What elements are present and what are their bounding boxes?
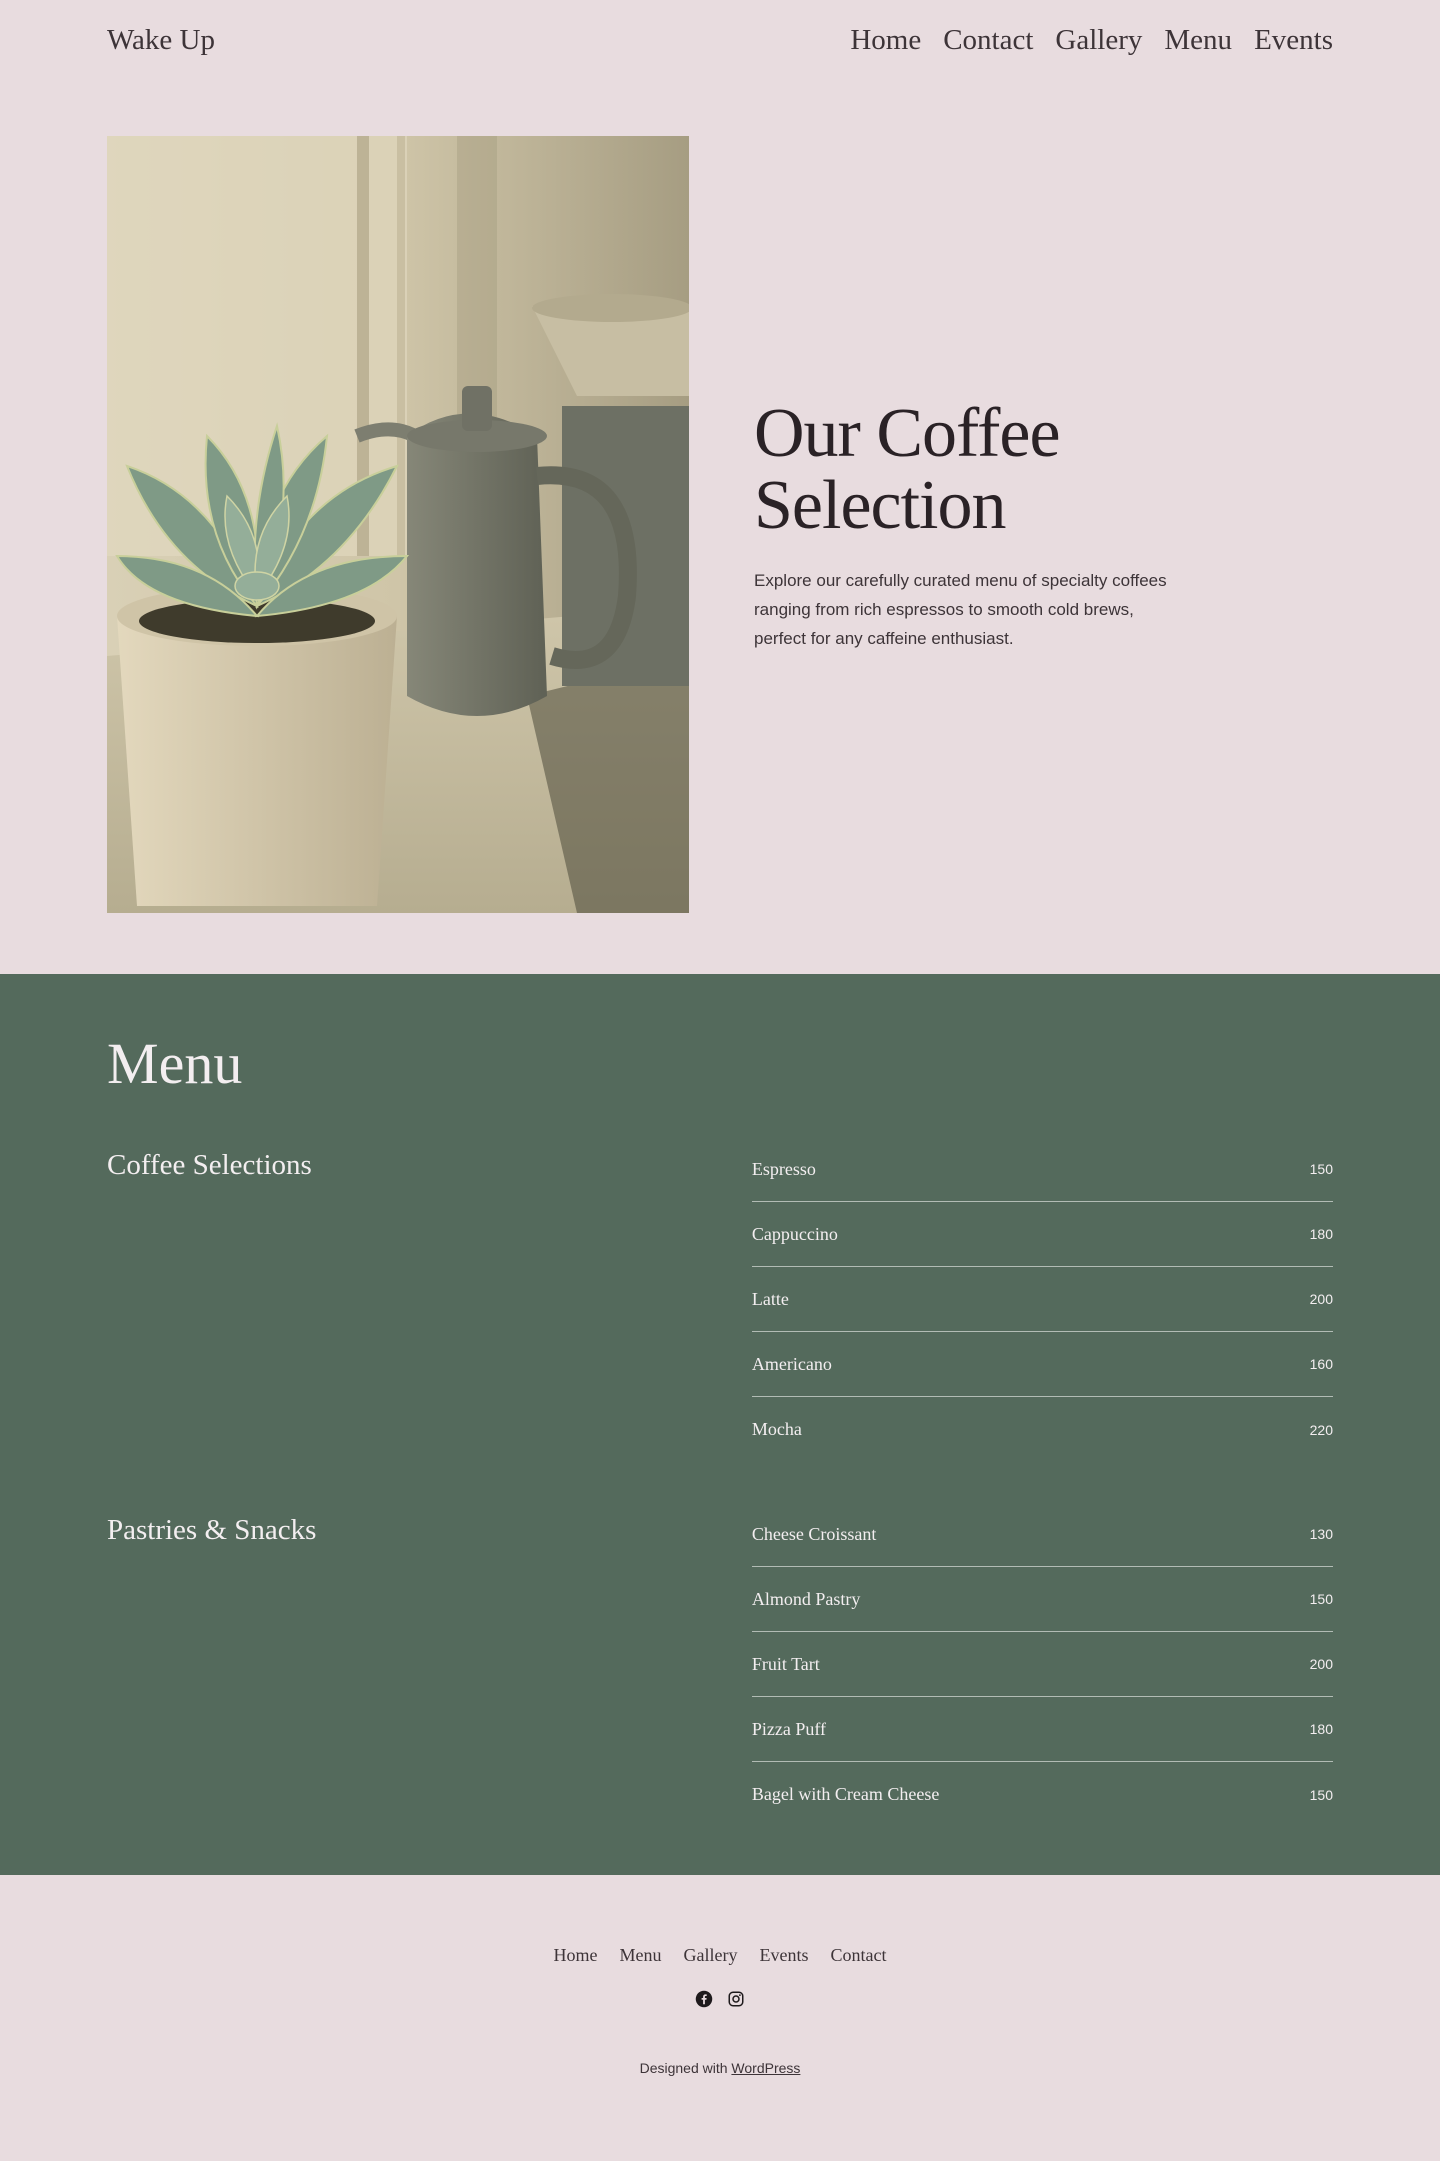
nav-home[interactable]: Home	[850, 24, 921, 57]
social-links	[0, 1990, 1440, 2008]
menu-item: Cappuccino 180	[751, 1202, 1333, 1267]
footer-nav-home[interactable]: Home	[554, 1945, 598, 1966]
menu-item-name: Espresso	[751, 1158, 816, 1179]
menu-item-name: Fruit Tart	[751, 1653, 820, 1674]
menu-item-price: 130	[1309, 1526, 1333, 1542]
instagram-icon[interactable]	[727, 1990, 745, 2008]
menu-item-price: 150	[1309, 1786, 1333, 1803]
menu-item-name: Americano	[751, 1353, 832, 1374]
hero-title: Our Coffee Selection	[754, 398, 1174, 542]
menu-heading: Menu	[107, 1031, 243, 1096]
nav-gallery[interactable]: Gallery	[1055, 24, 1142, 57]
plant-and-kettle-illustration	[107, 136, 689, 913]
site-title[interactable]: Wake Up	[107, 24, 215, 57]
menu-item-price: 220	[1309, 1421, 1333, 1438]
menu-item-price: 200	[1309, 1291, 1333, 1307]
footer-nav-contact[interactable]: Contact	[830, 1945, 886, 1966]
menu-item-price: 150	[1309, 1591, 1333, 1607]
menu-item: Almond Pastry 150	[751, 1567, 1333, 1632]
wordpress-link[interactable]: WordPress	[731, 2060, 800, 2076]
credit-prefix: Designed with	[639, 2060, 732, 2076]
menu-item: Mocha 220	[752, 1397, 1333, 1462]
menu-group-title: Pastries & Snacks	[107, 1514, 317, 1546]
menu-item-name: Almond Pastry	[751, 1588, 861, 1609]
hero-section: Our Coffee Selection Explore our careful…	[0, 80, 1440, 974]
menu-item-name: Cappuccino	[751, 1223, 838, 1244]
facebook-icon[interactable]	[695, 1990, 713, 2008]
menu-item: Fruit Tart 200	[751, 1632, 1333, 1697]
hero-image	[107, 136, 689, 913]
menu-item-price: 180	[1309, 1721, 1333, 1737]
menu-item-name: Bagel with Cream Cheese	[751, 1784, 940, 1804]
main-nav: Home Contact Gallery Menu Events	[850, 24, 1333, 57]
footer-nav-menu[interactable]: Menu	[620, 1945, 662, 1966]
footer-nav-events[interactable]: Events	[759, 1945, 808, 1966]
menu-item: Cheese Croissant 130	[751, 1502, 1333, 1567]
hero-text: Our Coffee Selection Explore our careful…	[754, 398, 1174, 653]
hero-description: Explore our carefully curated menu of sp…	[754, 571, 1167, 648]
menu-item-list: Cheese Croissant 130 Almond Pastry 150 F…	[751, 1502, 1333, 1827]
menu-item-price: 200	[1309, 1656, 1333, 1672]
menu-item-price: 160	[1309, 1356, 1333, 1372]
nav-events[interactable]: Events	[1254, 24, 1333, 57]
site-footer: Home Menu Gallery Events Contact Designe…	[0, 1875, 1440, 2161]
menu-item-price: 150	[1309, 1161, 1333, 1177]
nav-contact[interactable]: Contact	[943, 24, 1033, 57]
menu-item-name: Mocha	[751, 1419, 802, 1439]
menu-group-title: Coffee Selections	[107, 1149, 312, 1181]
hero-title-line2: Selection	[754, 467, 1006, 544]
menu-group-coffee: Coffee Selections Espresso 150 Cappuccin…	[107, 1137, 1333, 1462]
hero-title-line1: Our Coffee	[754, 395, 1061, 472]
menu-item: Americano 160	[751, 1332, 1333, 1397]
menu-item-list: Espresso 150 Cappuccino 180 Latte 200 Am…	[751, 1137, 1333, 1462]
footer-nav: Home Menu Gallery Events Contact	[0, 1945, 1440, 1966]
menu-item-name: Pizza Puff	[751, 1718, 827, 1739]
menu-group-pastries: Pastries & Snacks Cheese Croissant 130 A…	[107, 1502, 1333, 1827]
menu-item-price: 180	[1309, 1226, 1333, 1242]
menu-item-name: Latte	[751, 1288, 789, 1309]
menu-item: Bagel with Cream Cheese 150	[752, 1762, 1333, 1827]
menu-item-name: Cheese Croissant	[751, 1523, 877, 1544]
footer-nav-gallery[interactable]: Gallery	[684, 1945, 738, 1966]
nav-menu[interactable]: Menu	[1164, 24, 1232, 57]
site-header: Wake Up Home Contact Gallery Menu Events	[0, 0, 1440, 80]
menu-item: Latte 200	[751, 1267, 1333, 1332]
menu-section: Menu Coffee Selections Espresso 150 Capp…	[0, 974, 1440, 1875]
footer-credit: Designed with WordPress	[0, 2060, 1440, 2076]
menu-item: Espresso 150	[751, 1137, 1333, 1202]
menu-item: Pizza Puff 180	[751, 1697, 1333, 1762]
